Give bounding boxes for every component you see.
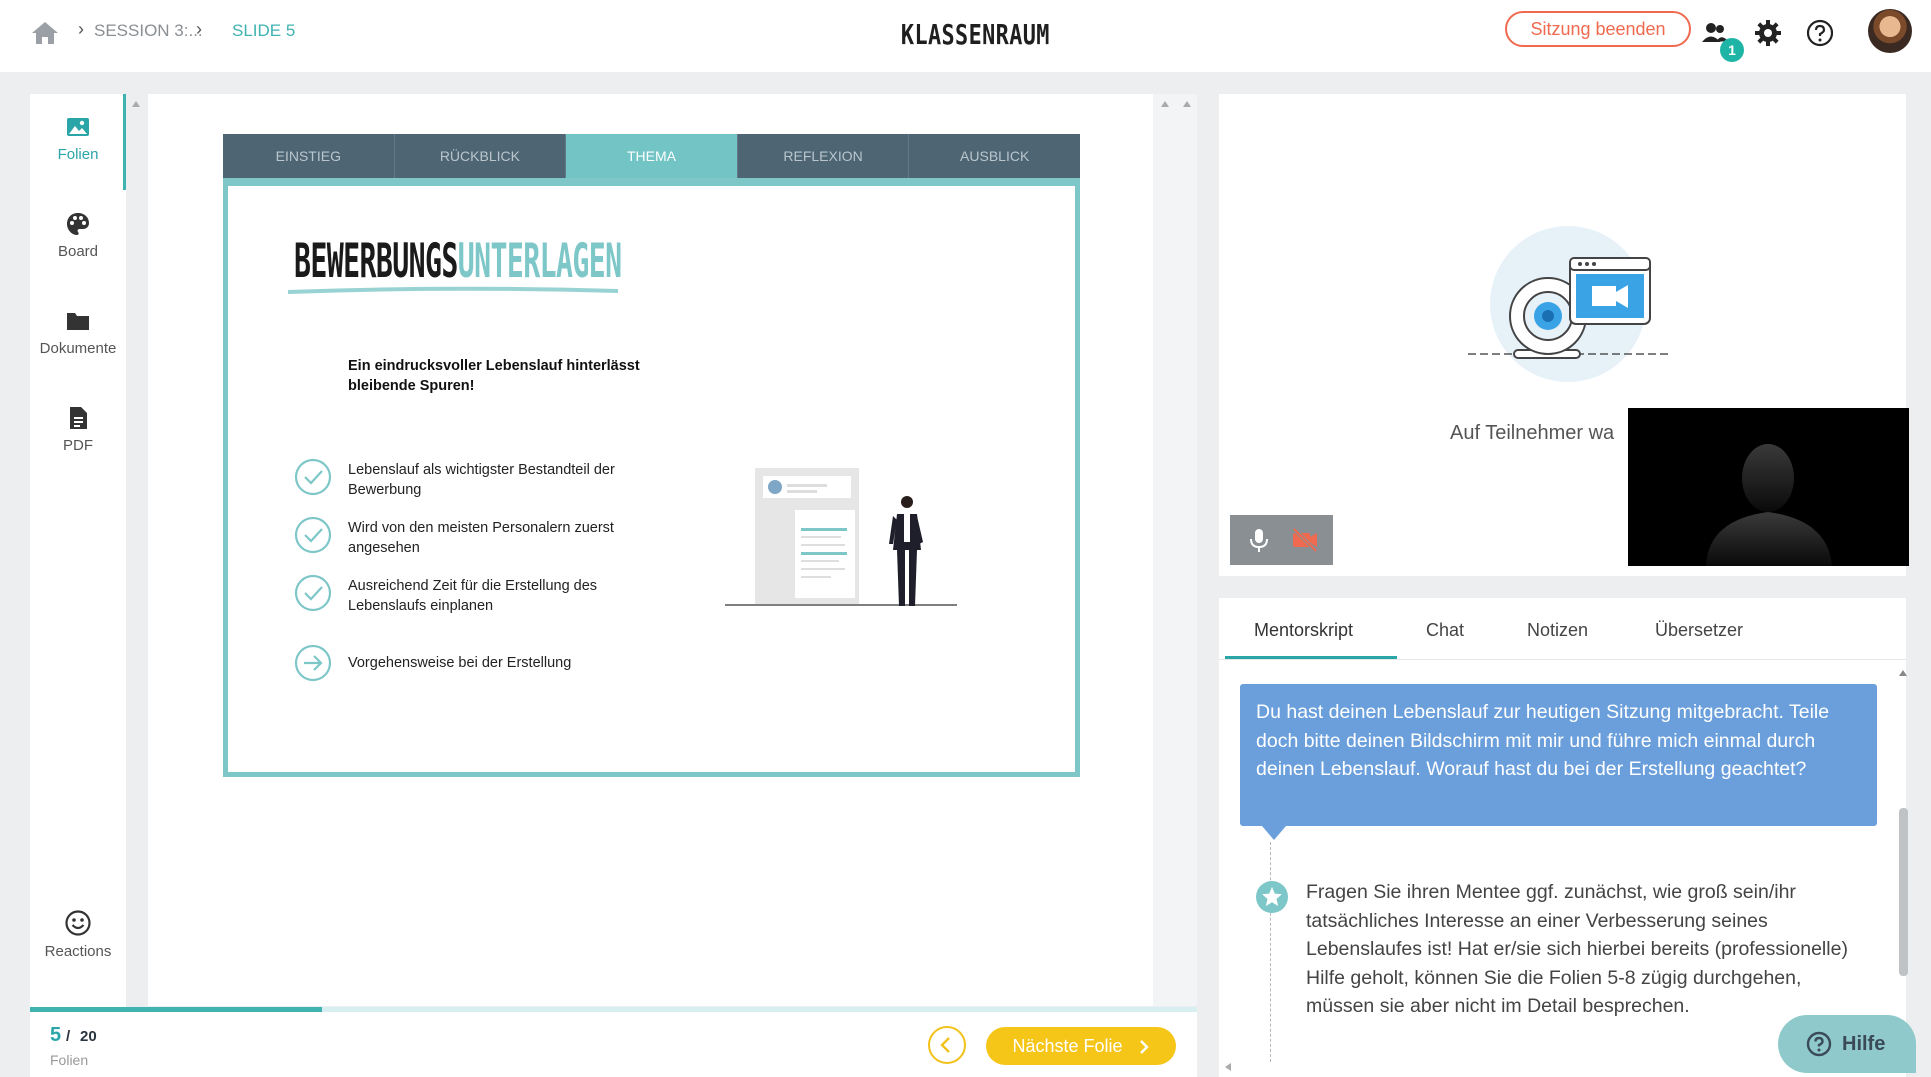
arrow-circle-icon [294,644,332,682]
sidebar-item-folien[interactable]: Folien [30,114,126,163]
tab-mentorskript[interactable]: Mentorskript [1254,620,1353,641]
sidebar-item-label: Board [57,243,99,260]
star-icon [1256,881,1288,913]
question-circle-icon [1806,1031,1832,1057]
help-circle-icon[interactable] [1805,18,1835,48]
title-underline-decoration [288,286,618,294]
breadcrumb-slide[interactable]: SLIDE 5 [232,20,295,42]
folder-icon [67,313,89,330]
sidebar: Folien Board Dokumente PDF Reactions [30,94,126,1012]
next-slide-label: Nächste Folie [1012,1036,1123,1056]
tab-notizen[interactable]: Notizen [1527,620,1588,641]
tab-chat[interactable]: Chat [1426,620,1464,641]
slide-title-main: BEWERBUNGS [294,234,458,289]
end-session-button[interactable]: Sitzung beenden [1505,11,1691,47]
check-circle-icon [294,574,332,612]
tab-einstieg[interactable]: EINSTIEG [223,134,395,178]
tab-uebersetzer[interactable]: Übersetzer [1655,620,1743,641]
script-timeline [1270,842,1271,1062]
bubble-tail [1262,826,1286,840]
check-circle-icon [294,458,332,496]
tab-reflexion[interactable]: REFLEXION [738,134,910,178]
breadcrumb-chevron-icon: › [78,19,84,39]
tabs-divider [1219,659,1906,660]
reactions-button[interactable]: Reactions [30,909,126,960]
participants-count-badge: 1 [1720,38,1744,62]
image-icon [67,118,89,136]
sidebar-item-label: Folien [57,146,99,163]
script-prompt-bubble: Du hast deinen Lebenslauf zur heutigen S… [1240,684,1877,826]
slide-bullet-text: Ausreichend Zeit für die Erstellung des … [348,578,598,614]
sidebar-item-label: PDF [63,437,93,454]
camera-off-button[interactable] [1290,525,1320,555]
gear-icon[interactable] [1753,18,1783,48]
reactions-label: Reactions [44,943,112,960]
scroll-up-arrow-icon[interactable] [131,100,141,108]
sidebar-item-pdf[interactable]: PDF [30,405,126,454]
slide-bullet-text: Wird von den meisten Personalern zuerst … [348,520,614,556]
chevron-left-icon [940,1037,950,1053]
slide-bullet-text: Lebenslauf als wichtigster Bestandteil d… [348,462,615,498]
palette-icon [67,213,89,235]
waiting-status-text: Auf Teilnehmer wa [1450,422,1615,444]
page-title: KLASSENRAUM [900,18,1050,51]
slide-title: BEWERBUNGSUNTERLAGEN [294,234,622,289]
camera-off-icon [1292,527,1318,553]
slide-section-tabs: EINSTIEG RÜCKBLICK THEMA REFLEXION AUSBL… [223,134,1080,178]
document-illustration [725,468,957,606]
scroll-up-arrow-icon[interactable] [1160,100,1170,108]
sidebar-active-indicator [123,94,126,190]
smiley-icon [65,910,91,936]
self-video-preview [1628,408,1909,566]
help-button[interactable]: Hilfe [1778,1015,1916,1073]
webcam-illustration [1468,226,1668,382]
slide-footer: 5 / 20 Folien Nächste Folie [30,1012,1197,1077]
pagination-label: Folien [50,1052,89,1068]
current-slide-number: 5 [50,1024,62,1046]
scroll-up-arrow-icon[interactable] [1182,100,1192,108]
slide-lead-text: Ein eindrucksvoller Lebenslauf hinterläs… [348,358,640,394]
sidebar-item-label: Dokumente [39,340,117,357]
slide-title-accent: UNTERLAGEN [457,234,622,289]
home-icon[interactable] [30,20,60,46]
slide-content: BEWERBUNGSUNTERLAGEN Ein eindrucksvoller… [223,178,1080,777]
script-scrollbar-thumb[interactable] [1899,808,1908,976]
check-circle-icon [294,516,332,554]
media-controls [1230,515,1333,565]
help-label: Hilfe [1842,1033,1886,1055]
tab-thema[interactable]: THEMA [566,134,738,178]
top-bar: › SESSION 3:... › SLIDE 5 KLASSENRAUM Si… [0,0,1931,72]
chevron-right-icon [1138,1039,1150,1055]
microphone-icon [1250,529,1268,552]
script-note: Fragen Sie ihren Mentee ggf. zunächst, w… [1306,881,1848,1017]
file-icon [70,407,87,429]
breadcrumb-session[interactable]: SESSION 3:... [94,20,203,42]
slide-panel-gutter [1153,94,1197,1006]
person-silhouette-icon [1706,444,1832,566]
microphone-button[interactable] [1244,525,1274,555]
breadcrumb-chevron-icon: › [196,19,202,39]
tab-rueckblick[interactable]: RÜCKBLICK [395,134,567,178]
next-slide-button[interactable]: Nächste Folie [986,1027,1176,1065]
total-slides: 20 [80,1028,97,1045]
sidebar-item-board[interactable]: Board [30,211,126,260]
sidebar-item-dokumente[interactable]: Dokumente [30,308,126,357]
tab-ausblick[interactable]: AUSBLICK [909,134,1080,178]
scroll-left-arrow-icon[interactable] [1224,1062,1232,1072]
avatar[interactable] [1868,9,1912,53]
slide-bullet-text: Vorgehensweise bei der Erstellung [348,655,572,671]
page-separator: / [66,1028,71,1045]
previous-slide-button[interactable] [928,1026,966,1064]
